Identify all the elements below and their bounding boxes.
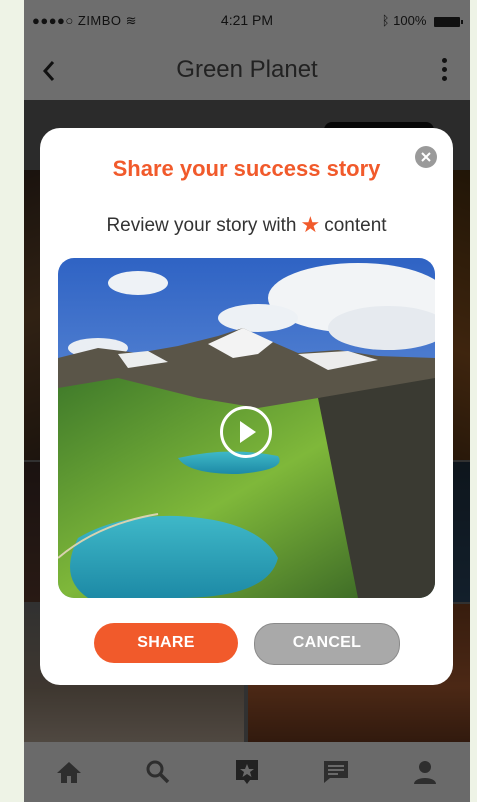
profile-icon[interactable] <box>405 752 445 792</box>
battery-icon <box>434 16 463 27</box>
app-header: Green Planet <box>24 40 470 100</box>
bottom-tab-bar <box>24 742 470 802</box>
story-video-thumbnail[interactable] <box>58 258 435 598</box>
home-icon[interactable] <box>49 752 89 792</box>
battery-indicator: ᛒ 100% <box>381 13 463 28</box>
search-icon[interactable] <box>138 752 178 792</box>
more-vertical-icon[interactable] <box>442 58 448 85</box>
subtitle-text-before: Review your story with <box>106 215 297 236</box>
battery-percent: 100% <box>393 13 427 28</box>
star-badge-icon[interactable] <box>227 752 267 792</box>
chat-icon[interactable] <box>316 752 356 792</box>
bluetooth-icon: ᛒ <box>381 13 390 28</box>
play-icon[interactable] <box>220 406 272 458</box>
dialog-title: Share your success story <box>112 156 381 181</box>
cancel-button[interactable]: CANCEL <box>254 623 400 665</box>
share-button[interactable]: SHARE <box>94 623 238 663</box>
star-icon: ★ <box>300 212 321 237</box>
share-story-dialog: Share your success story Review your sto… <box>40 128 453 685</box>
page-title: Green Planet <box>176 56 318 83</box>
subtitle-text-after: content <box>324 215 387 236</box>
status-bar: ●●●●○ ZIMBO ≋ 4:21 PM ᛒ 100% <box>24 0 470 40</box>
dialog-subtitle: Review your story with ★ content <box>40 212 453 238</box>
